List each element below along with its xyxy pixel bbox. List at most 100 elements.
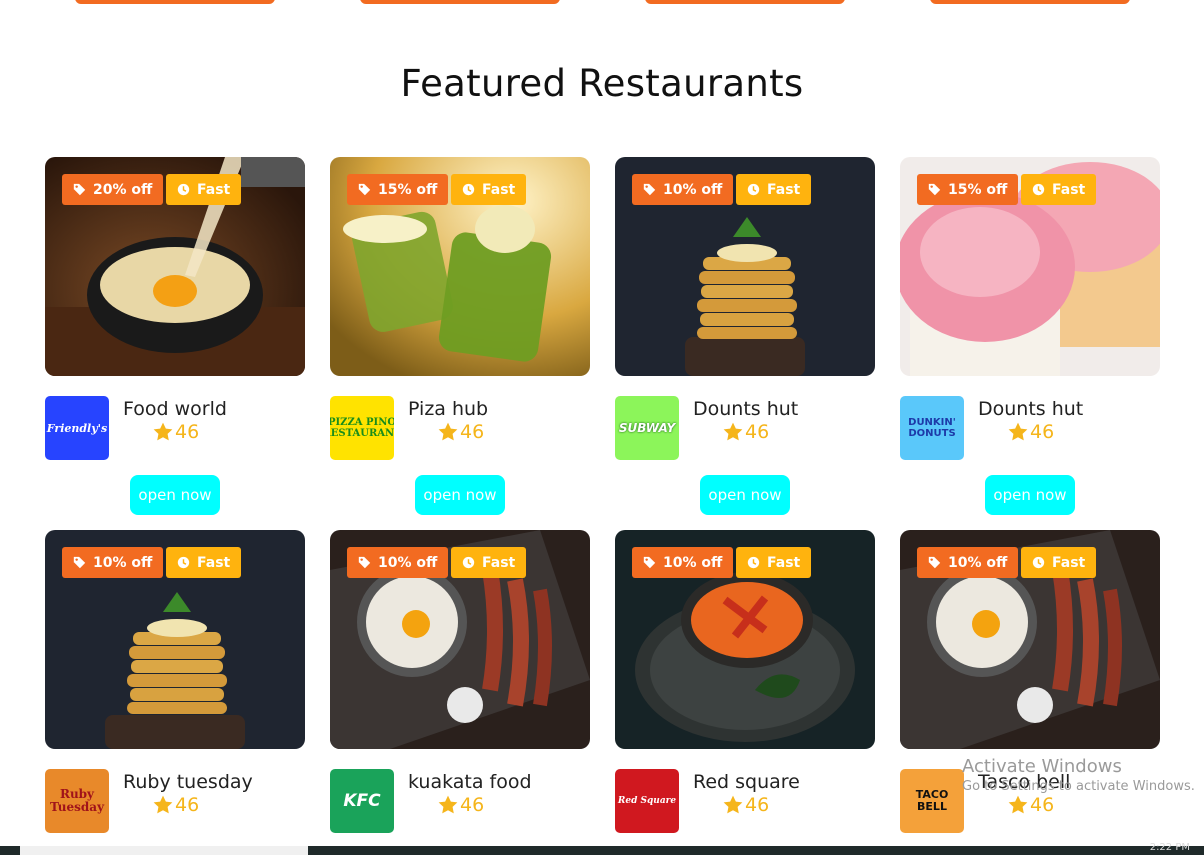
previous-button[interactable] [360,0,560,4]
discount-badge: 10% off [917,547,1019,578]
discount-badge: 10% off [632,547,734,578]
rating: 46 [152,421,199,443]
food-photo: 10% off Fast [45,530,305,749]
rating-value: 46 [175,421,200,443]
star-icon [1007,421,1029,443]
star-icon [152,421,174,443]
previous-section-buttons [0,0,1204,6]
speed-label: Fast [482,554,516,571]
rating-value: 46 [460,421,485,443]
rating: 46 [437,421,484,443]
discount-label: 10% off [663,181,723,198]
food-photo: 15% off Fast [900,157,1160,376]
restaurant-name[interactable]: Food world [123,398,227,420]
restaurant-card[interactable]: 15% off Fast PIZZA PINO RESTAURANT Piza … [330,157,590,515]
clock-icon [177,556,190,569]
restaurant-card[interactable]: 10% off Fast SUBWAY Dounts hut 46 open n… [615,157,875,515]
rating: 46 [152,794,199,816]
discount-label: 10% off [948,554,1008,571]
tag-icon [358,556,371,569]
tag-icon [358,183,371,196]
discount-badge: 20% off [62,174,164,205]
speed-label: Fast [482,181,516,198]
restaurant-card[interactable]: 10% off Fast TACO BELL Tasco bell 46 [900,530,1160,833]
taskbar: 2:22 PM [0,842,1204,855]
restaurant-name[interactable]: Ruby tuesday [123,771,253,793]
restaurant-card[interactable]: 10% off Fast Ruby Tuesday Ruby tuesday 4… [45,530,305,833]
clock-icon [1032,556,1045,569]
rating-value: 46 [745,421,770,443]
restaurant-logo: Friendly's [45,396,109,460]
star-icon [437,421,459,443]
rating-value: 46 [175,794,200,816]
speed-label: Fast [197,554,231,571]
rating: 46 [437,794,484,816]
tag-icon [928,183,941,196]
restaurant-logo: SUBWAY [615,396,679,460]
restaurant-logo: Ruby Tuesday [45,769,109,833]
rating: 46 [1007,421,1054,443]
star-icon [722,794,744,816]
speed-label: Fast [197,181,231,198]
clock-icon [462,556,475,569]
section-title: Featured Restaurants [400,62,804,105]
tag-icon [73,556,86,569]
fast-badge: Fast [736,547,812,578]
rating-value: 46 [460,794,485,816]
rating: 46 [1007,794,1054,816]
restaurant-name[interactable]: Dounts hut [978,398,1083,420]
fast-badge: Fast [451,174,527,205]
restaurant-name[interactable]: Red square [693,771,800,793]
fast-badge: Fast [1021,174,1097,205]
previous-button[interactable] [930,0,1130,4]
open-now-button[interactable]: open now [130,475,220,515]
speed-label: Fast [767,181,801,198]
restaurant-card[interactable]: 20% off Fast Friendly's Food world 46 op… [45,157,305,515]
clock-icon [747,183,760,196]
star-icon [437,794,459,816]
watermark-subtitle: Go to Settings to activate Windows. [962,779,1195,794]
fast-badge: Fast [736,174,812,205]
previous-button[interactable] [75,0,275,4]
rating-value: 46 [745,794,770,816]
discount-badge: 10% off [62,547,164,578]
restaurant-name[interactable]: Piza hub [408,398,488,420]
fast-badge: Fast [166,174,242,205]
speed-label: Fast [767,554,801,571]
food-photo: 10% off Fast [330,530,590,749]
food-photo: 10% off Fast [615,530,875,749]
restaurant-logo: PIZZA PINO RESTAURANT [330,396,394,460]
restaurant-logo: KFC [330,769,394,833]
clock-icon [462,183,475,196]
discount-label: 20% off [93,181,153,198]
taskbar-clock: 2:22 PM [1149,842,1190,853]
fast-badge: Fast [166,547,242,578]
speed-label: Fast [1052,181,1086,198]
discount-badge: 15% off [917,174,1019,205]
restaurant-card[interactable]: 10% off Fast KFC kuakata food 46 [330,530,590,833]
restaurant-logo: TACO BELL [900,769,964,833]
rating: 46 [722,421,769,443]
restaurant-card[interactable]: 15% off Fast DUNKIN' DONUTS Dounts hut 4… [900,157,1160,515]
open-now-button[interactable]: open now [700,475,790,515]
discount-label: 15% off [948,181,1008,198]
restaurant-card[interactable]: 10% off Fast Red Square Red square 46 [615,530,875,833]
fast-badge: Fast [451,547,527,578]
star-icon [152,794,174,816]
star-icon [1007,794,1029,816]
food-photo: 10% off Fast [900,530,1160,749]
tag-icon [643,556,656,569]
food-photo: 10% off Fast [615,157,875,376]
open-now-button[interactable]: open now [985,475,1075,515]
rating-value: 46 [1030,421,1055,443]
watermark-title: Activate Windows [962,756,1122,777]
open-now-button[interactable]: open now [415,475,505,515]
taskbar-search[interactable] [20,846,308,855]
food-photo: 20% off Fast [45,157,305,376]
restaurant-name[interactable]: kuakata food [408,771,532,793]
previous-button[interactable] [645,0,845,4]
discount-badge: 10% off [347,547,449,578]
tag-icon [73,183,86,196]
discount-label: 15% off [378,181,438,198]
restaurant-name[interactable]: Dounts hut [693,398,798,420]
